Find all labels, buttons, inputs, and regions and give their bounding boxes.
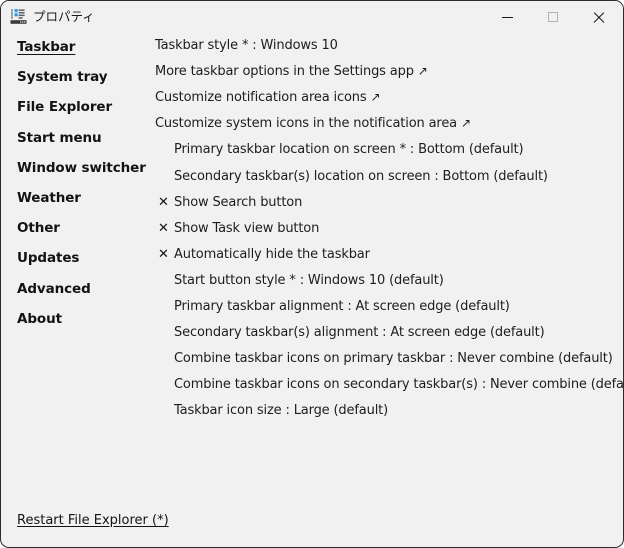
sidebar-item-updates[interactable]: Updates: [17, 250, 79, 266]
maximize-icon: [548, 12, 558, 22]
setting-row-label: Secondary taskbar(s) location on screen …: [174, 168, 548, 184]
sidebar-item-advanced[interactable]: Advanced: [17, 281, 91, 297]
setting-row-show-search-button[interactable]: Show Search button: [174, 195, 302, 210]
setting-row-label: Combine taskbar icons on secondary taskb…: [174, 377, 624, 393]
setting-row-label: Primary taskbar alignment : At screen ed…: [174, 299, 510, 314]
setting-row-combine-taskbar-icons-on-primary-taskbar-never-c[interactable]: Combine taskbar icons on primary taskbar…: [174, 351, 613, 366]
restart-file-explorer-link[interactable]: Restart File Explorer (*): [17, 513, 169, 528]
setting-row-label: Secondary taskbar(s) alignment : At scre…: [174, 325, 545, 341]
sidebar-item-window-switcher[interactable]: Window switcher: [17, 160, 146, 176]
window-title: プロパティ: [33, 9, 95, 24]
setting-row-label: Customize system icons in the notificati…: [155, 116, 457, 132]
sidebar-item-other[interactable]: Other: [17, 220, 60, 236]
setting-row-label: Customize notification area icons: [155, 90, 367, 106]
sidebar-item-weather[interactable]: Weather: [17, 190, 81, 206]
setting-row-label: Taskbar icon size : Large (default): [174, 403, 389, 419]
setting-row-primary-taskbar-alignment-at-screen-edge-default[interactable]: Primary taskbar alignment : At screen ed…: [174, 299, 510, 314]
external-link-arrow-icon: ↗: [417, 64, 428, 79]
setting-row-primary-taskbar-location-on-screen-bottom-defaul[interactable]: Primary taskbar location on screen * : B…: [174, 142, 524, 158]
maximize-button[interactable]: [530, 1, 576, 33]
setting-row-label: Show Search button: [174, 194, 303, 210]
checkbox-indicator[interactable]: ✕: [158, 195, 169, 210]
setting-row-taskbar-icon-size-large-default[interactable]: Taskbar icon size : Large (default): [174, 403, 388, 418]
setting-row-customize-system-icons-in-the-notification-area[interactable]: Customize system icons in the notificati…: [155, 116, 471, 131]
external-link-arrow-icon: ↗: [370, 90, 381, 105]
checkbox-indicator[interactable]: ✕: [158, 247, 169, 262]
setting-row-label: Primary taskbar location on screen * : B…: [174, 142, 524, 158]
setting-row-label: Automatically hide the taskbar: [174, 246, 370, 262]
setting-row-more-taskbar-options-in-the-settings-app[interactable]: More taskbar options in the Settings app…: [155, 64, 428, 79]
setting-row-secondary-taskbar-s-location-on-screen-bottom-de[interactable]: Secondary taskbar(s) location on screen …: [174, 169, 548, 184]
explorer-patcher-icon: [10, 9, 27, 24]
setting-row-start-button-style-windows-10-default[interactable]: Start button style * : Windows 10 (defau…: [174, 273, 444, 288]
setting-row-customize-notification-area-icons[interactable]: Customize notification area icons ↗: [155, 90, 381, 106]
setting-row-show-task-view-button[interactable]: Show Task view button: [174, 221, 319, 236]
close-icon: [593, 11, 605, 23]
sidebar-item-taskbar[interactable]: Taskbar: [17, 39, 75, 55]
setting-row-taskbar-style-windows-10[interactable]: Taskbar style * : Windows 10: [155, 38, 338, 53]
setting-row-label: Combine taskbar icons on primary taskbar…: [174, 351, 613, 367]
properties-window: プロパティ Taskbar System tray File Explorer Sta…: [0, 0, 624, 548]
minimize-icon: [501, 16, 513, 18]
setting-row-label: Start button style * : Windows 10 (defau…: [174, 272, 444, 288]
sidebar-item-about[interactable]: About: [17, 311, 62, 327]
setting-row-combine-taskbar-icons-on-secondary-taskbar-s-nev[interactable]: Combine taskbar icons on secondary taskb…: [174, 377, 624, 393]
setting-row-label: Taskbar style * : Windows 10: [155, 38, 338, 53]
checkbox-indicator[interactable]: ✕: [158, 221, 169, 236]
setting-row-label: More taskbar options in the Settings app: [155, 64, 414, 80]
external-link-arrow-icon: ↗: [460, 116, 471, 131]
title-bar[interactable]: プロパティ: [1, 1, 623, 33]
setting-row-secondary-taskbar-s-alignment-at-screen-edge-def[interactable]: Secondary taskbar(s) alignment : At scre…: [174, 325, 545, 340]
sidebar-item-file-explorer[interactable]: File Explorer: [17, 99, 112, 115]
sidebar-item-system-tray[interactable]: System tray: [17, 69, 108, 85]
setting-row-automatically-hide-the-taskbar[interactable]: Automatically hide the taskbar: [174, 247, 370, 262]
minimize-button[interactable]: [484, 1, 530, 33]
setting-row-label: Show Task view button: [174, 220, 320, 236]
close-button[interactable]: [576, 1, 622, 33]
sidebar-item-start-menu[interactable]: Start menu: [17, 130, 102, 146]
